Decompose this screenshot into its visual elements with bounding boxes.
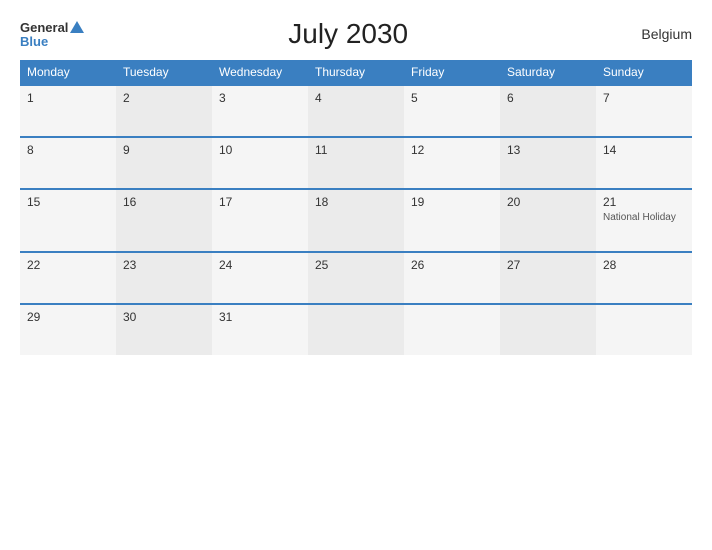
table-row: 28	[596, 252, 692, 304]
logo-general: General	[20, 21, 84, 34]
header-friday: Friday	[404, 60, 500, 85]
day-number: 21	[603, 195, 685, 209]
header-saturday: Saturday	[500, 60, 596, 85]
table-row: 21 National Holiday	[596, 189, 692, 252]
table-row: 26	[404, 252, 500, 304]
table-row: 25	[308, 252, 404, 304]
day-number: 19	[411, 195, 493, 209]
day-number: 5	[411, 91, 493, 105]
table-row: 20	[500, 189, 596, 252]
header-thursday: Thursday	[308, 60, 404, 85]
day-number: 10	[219, 143, 301, 157]
day-number: 22	[27, 258, 109, 272]
day-number: 8	[27, 143, 109, 157]
table-row: 27	[500, 252, 596, 304]
day-number: 14	[603, 143, 685, 157]
weekday-header-row: Monday Tuesday Wednesday Thursday Friday…	[20, 60, 692, 85]
day-number: 16	[123, 195, 205, 209]
table-row: 5	[404, 85, 500, 137]
calendar-title: July 2030	[84, 18, 612, 50]
holiday-label: National Holiday	[603, 212, 685, 223]
day-number: 20	[507, 195, 589, 209]
day-number: 26	[411, 258, 493, 272]
table-row: 1	[20, 85, 116, 137]
table-row: 3	[212, 85, 308, 137]
day-number: 13	[507, 143, 589, 157]
day-number: 4	[315, 91, 397, 105]
table-row: 7	[596, 85, 692, 137]
day-number: 3	[219, 91, 301, 105]
calendar-week-row: 15 16 17 18 19 20 21 National Holiday	[20, 189, 692, 252]
day-number: 25	[315, 258, 397, 272]
table-row: 10	[212, 137, 308, 189]
table-row: 12	[404, 137, 500, 189]
calendar-week-row: 29 30 31	[20, 304, 692, 355]
table-row: 19	[404, 189, 500, 252]
table-row: 17	[212, 189, 308, 252]
logo-triangle-icon	[70, 21, 84, 33]
table-row: 18	[308, 189, 404, 252]
day-number: 28	[603, 258, 685, 272]
day-number: 27	[507, 258, 589, 272]
day-number: 29	[27, 310, 109, 324]
table-row: 13	[500, 137, 596, 189]
day-number: 11	[315, 143, 397, 157]
table-row: 29	[20, 304, 116, 355]
table-row: 2	[116, 85, 212, 137]
header-wednesday: Wednesday	[212, 60, 308, 85]
day-number: 15	[27, 195, 109, 209]
table-row: 22	[20, 252, 116, 304]
day-number: 7	[603, 91, 685, 105]
day-number: 18	[315, 195, 397, 209]
header-sunday: Sunday	[596, 60, 692, 85]
day-number: 17	[219, 195, 301, 209]
table-row	[500, 304, 596, 355]
table-row: 24	[212, 252, 308, 304]
logo-general-text: General	[20, 21, 68, 34]
day-number: 31	[219, 310, 301, 324]
logo: General Blue	[20, 21, 84, 48]
day-number: 24	[219, 258, 301, 272]
table-row: 30	[116, 304, 212, 355]
calendar-week-row: 1234567	[20, 85, 692, 137]
country-label: Belgium	[612, 26, 692, 42]
calendar-table: Monday Tuesday Wednesday Thursday Friday…	[20, 60, 692, 355]
header: General Blue July 2030 Belgium	[20, 18, 692, 50]
logo-blue-text: Blue	[20, 35, 84, 48]
calendar-week-row: 22 23 24 25 26 27 28	[20, 252, 692, 304]
table-row: 31	[212, 304, 308, 355]
table-row: 16	[116, 189, 212, 252]
table-row: 4	[308, 85, 404, 137]
day-number: 1	[27, 91, 109, 105]
day-number: 2	[123, 91, 205, 105]
day-number: 12	[411, 143, 493, 157]
header-monday: Monday	[20, 60, 116, 85]
table-row: 23	[116, 252, 212, 304]
table-row	[596, 304, 692, 355]
table-row: 14	[596, 137, 692, 189]
table-row: 15	[20, 189, 116, 252]
table-row: 11	[308, 137, 404, 189]
calendar-week-row: 89 10 11 12 13 14	[20, 137, 692, 189]
page: General Blue July 2030 Belgium Monday Tu…	[0, 0, 712, 550]
table-row: 9	[116, 137, 212, 189]
day-number: 6	[507, 91, 589, 105]
header-tuesday: Tuesday	[116, 60, 212, 85]
table-row	[308, 304, 404, 355]
day-number: 30	[123, 310, 205, 324]
table-row: 8	[20, 137, 116, 189]
table-row	[404, 304, 500, 355]
day-number: 23	[123, 258, 205, 272]
day-number: 9	[123, 143, 205, 157]
table-row: 6	[500, 85, 596, 137]
